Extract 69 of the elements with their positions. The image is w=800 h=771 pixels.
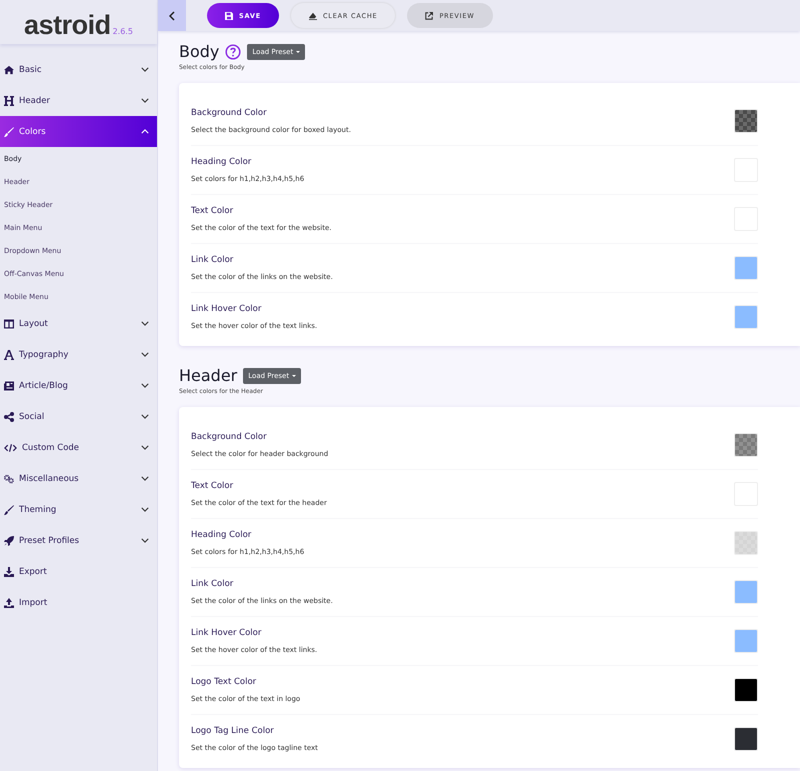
chevron-down-icon [141, 476, 149, 481]
sidebar-item[interactable]: Export [0, 556, 157, 587]
color-swatch[interactable] [734, 433, 758, 457]
color-swatch[interactable] [734, 305, 758, 329]
sidebar-item[interactable]: Article/Blog [0, 370, 157, 401]
field-label: Background Color [191, 432, 268, 442]
sidebar-item[interactable]: Colors [0, 116, 157, 147]
color-swatch[interactable] [734, 109, 758, 133]
external-link-icon [425, 12, 434, 20]
sidebar-item[interactable]: Custom Code [0, 432, 157, 463]
color-swatch[interactable] [734, 580, 758, 604]
section-title: Body [179, 42, 220, 61]
field-label: Link Color [191, 255, 234, 265]
color-swatch[interactable] [734, 531, 758, 555]
version-text: 2.6.5 [112, 27, 133, 36]
field-label: Link Hover Color [191, 628, 262, 638]
field-label: Background Color [191, 108, 268, 118]
brush-icon [4, 504, 14, 514]
field-label: Text Color [191, 206, 234, 216]
sidebar-item[interactable]: Import [0, 587, 157, 618]
chevron-down-icon [141, 507, 149, 512]
color-swatch[interactable] [734, 256, 758, 280]
back-button[interactable] [158, 0, 186, 31]
caret-down-icon [292, 374, 296, 376]
field-label: Link Color [191, 579, 234, 589]
home-icon [4, 64, 14, 74]
rocket-icon [4, 536, 14, 546]
sidebar-item[interactable]: Preset Profiles [0, 525, 157, 556]
chevron-up-icon [141, 129, 149, 134]
upload-icon [4, 598, 14, 608]
download-icon [4, 566, 14, 576]
logo-text: astroid [24, 10, 111, 40]
chevron-down-icon [141, 383, 149, 388]
sidebar-item[interactable]: Layout [0, 308, 157, 339]
field-label: Logo Text Color [191, 677, 258, 687]
chevron-down-icon [141, 538, 149, 543]
chevron-down-icon [141, 321, 149, 326]
color-swatch[interactable] [734, 678, 758, 702]
sidebar-item[interactable]: Typography [0, 339, 157, 370]
field-label: Text Color [191, 481, 234, 491]
sidebar-item[interactable]: Theming [0, 494, 157, 525]
newspaper-icon [4, 380, 14, 390]
field-label: Heading Color [191, 530, 252, 540]
eraser-icon [308, 12, 317, 20]
share-icon [4, 412, 14, 422]
font-icon [4, 350, 14, 360]
section-title: Header [179, 366, 238, 385]
sidebar-item[interactable]: Basic [0, 54, 157, 85]
columns-icon [4, 318, 14, 328]
chevron-down-icon [141, 67, 149, 72]
chevron-down-icon [141, 98, 149, 103]
chevron-down-icon [141, 445, 149, 450]
color-swatch[interactable] [734, 629, 758, 653]
sidebar-item[interactable]: Social [0, 401, 157, 432]
code-icon [4, 442, 17, 452]
chevron-down-icon [141, 352, 149, 357]
help-icon[interactable] [225, 44, 242, 60]
heading-icon [4, 96, 14, 106]
field-label: Link Hover Color [191, 304, 262, 314]
color-swatch[interactable] [734, 727, 758, 751]
brush-icon [4, 126, 14, 136]
gears-icon [4, 474, 14, 484]
sidebar-item[interactable]: Header [0, 85, 157, 116]
field-label: Heading Color [191, 157, 252, 167]
chevron-down-icon [141, 414, 149, 419]
chevron-left-icon [169, 10, 175, 20]
caret-down-icon [296, 50, 300, 52]
field-label: Logo Tag Line Color [191, 726, 275, 736]
sidebar-item[interactable]: Miscellaneous [0, 463, 157, 494]
